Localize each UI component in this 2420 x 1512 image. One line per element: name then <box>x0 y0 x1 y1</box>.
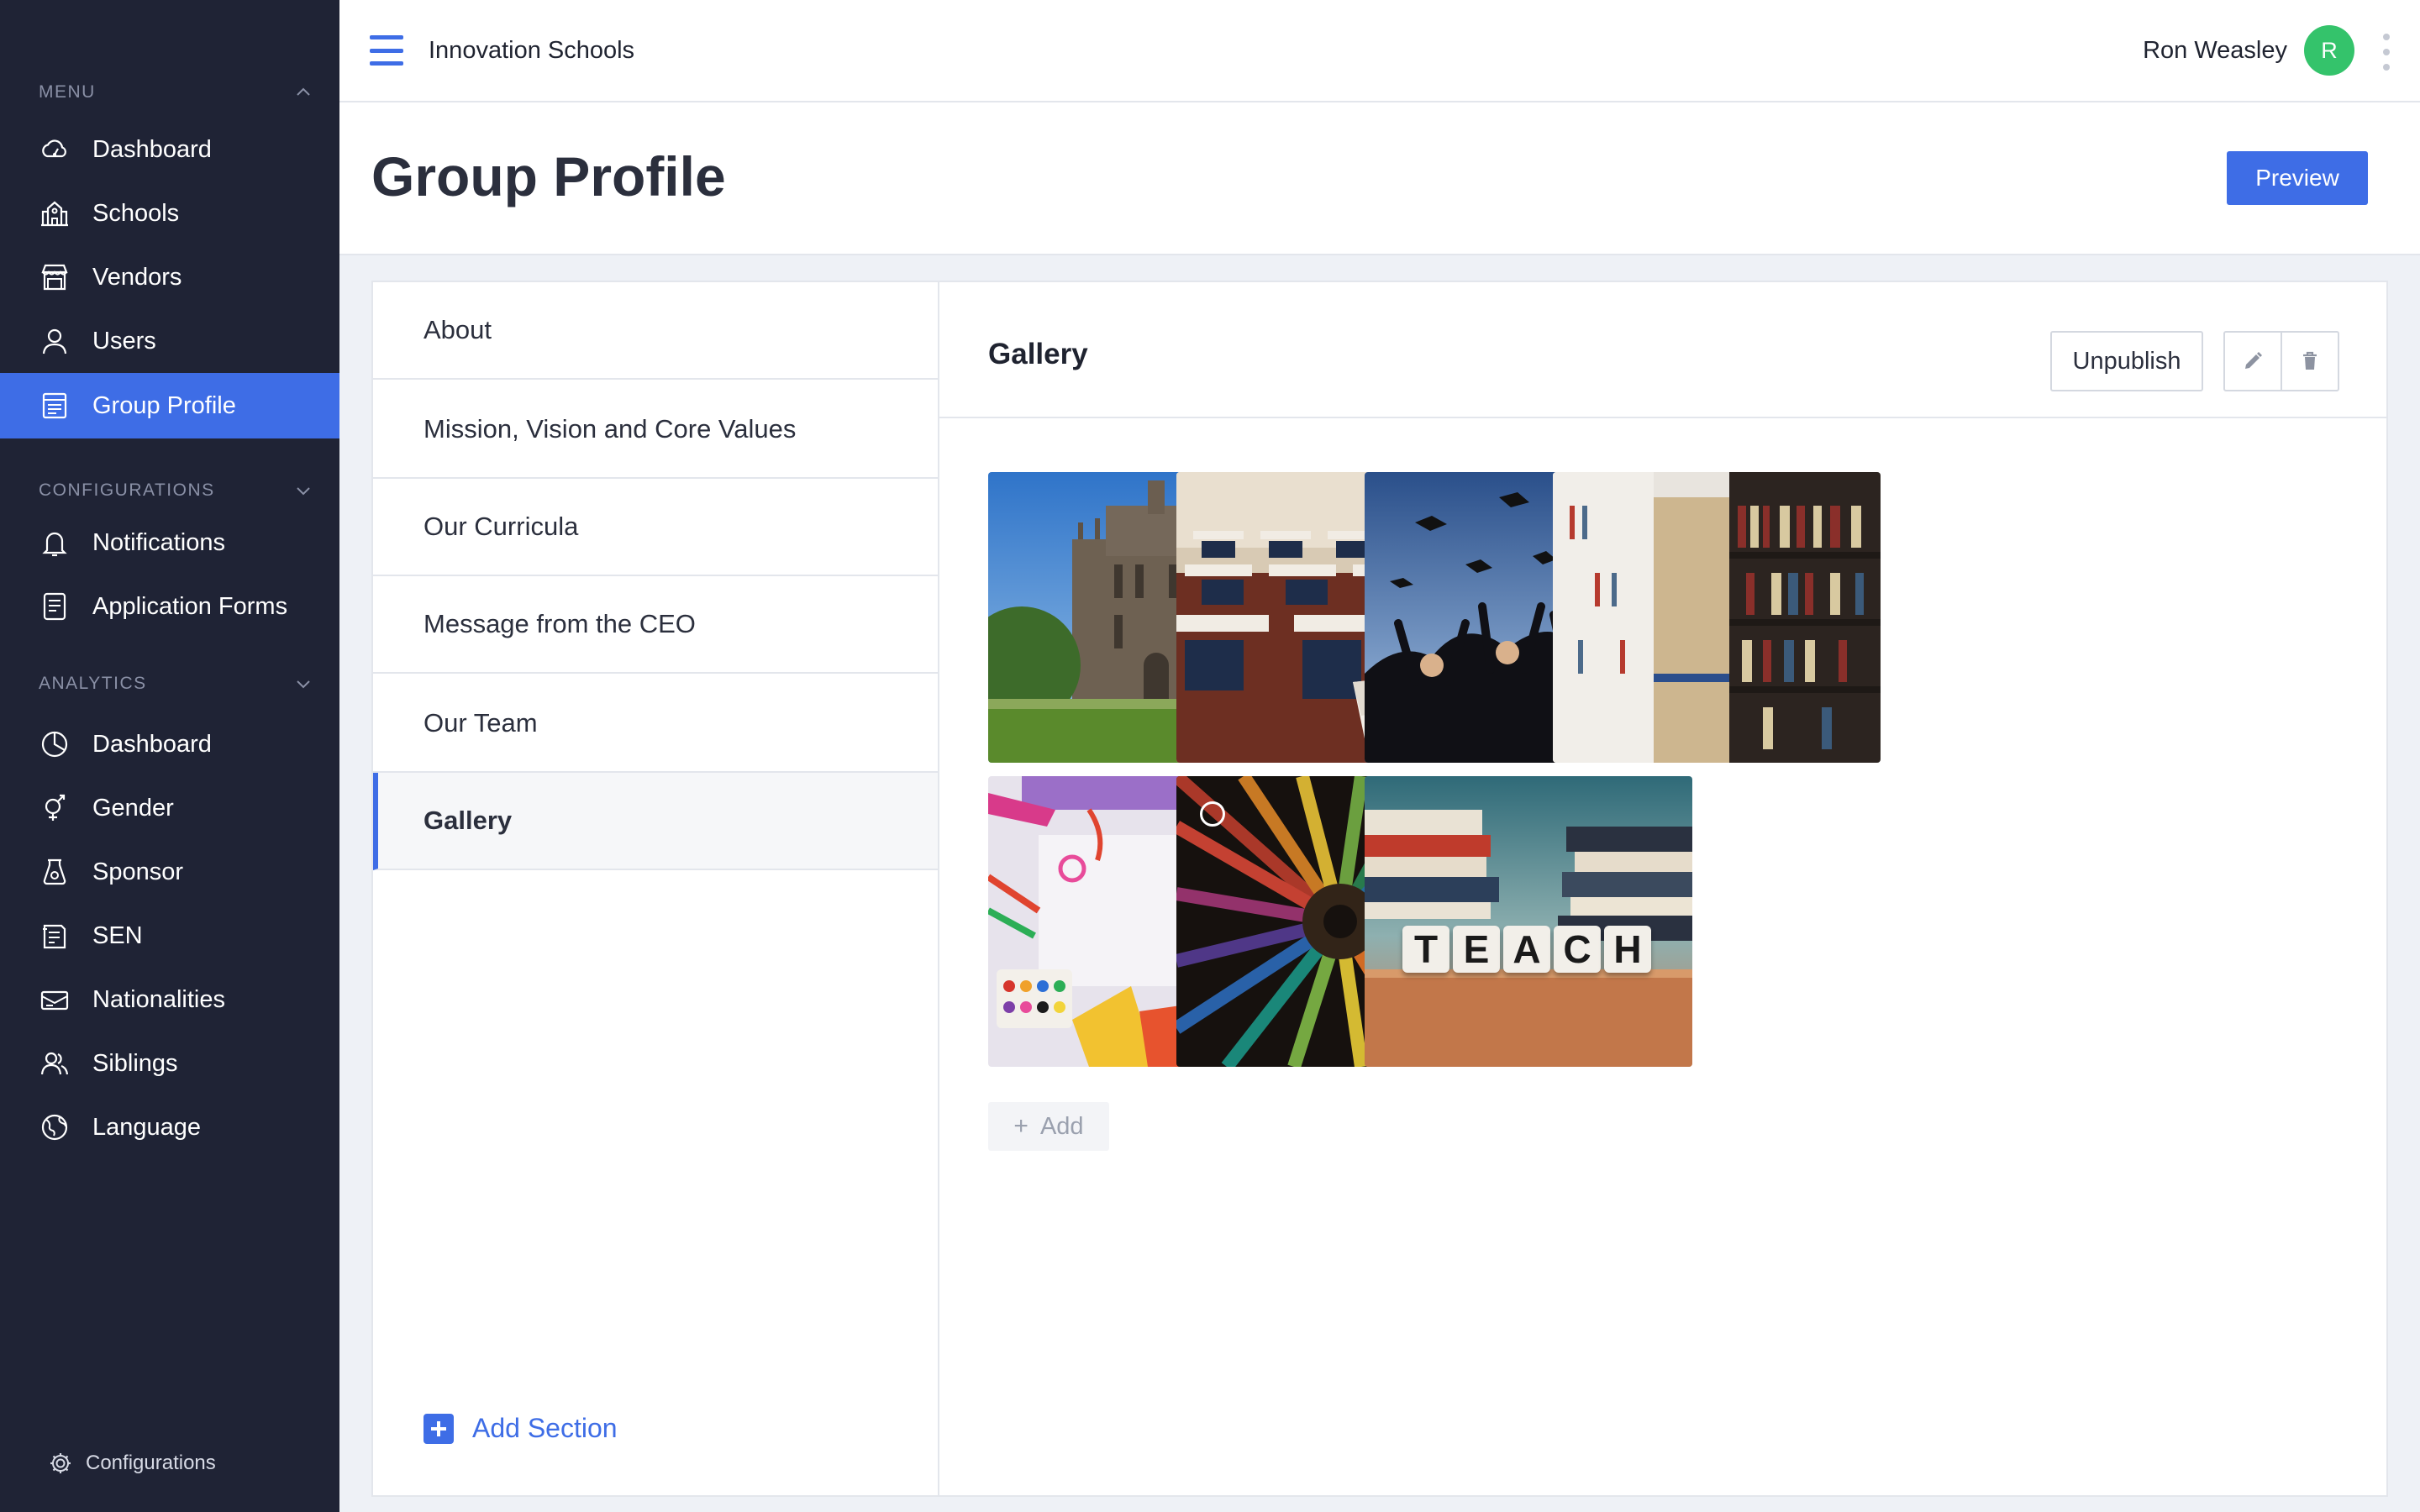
sidebar-item-label: Users <box>92 327 156 354</box>
school-building-icon <box>39 197 71 229</box>
page-header: Group Profile Preview <box>339 102 2420 255</box>
profile-card-icon <box>39 390 71 422</box>
sidebar-item-label: Siblings <box>92 1049 178 1077</box>
passport-icon <box>39 984 71 1016</box>
trash-icon <box>2303 351 2317 370</box>
letter-block: E <box>1453 926 1500 973</box>
plus-icon <box>424 1413 454 1444</box>
sidebar-item-analytics-dashboard[interactable]: Dashboard <box>0 711 339 777</box>
section-item-mission[interactable]: Mission, Vision and Core Values <box>373 381 938 479</box>
sidebar-configurations-link[interactable]: Configurations <box>49 1452 216 1475</box>
menu-section-title: MENU <box>39 82 96 102</box>
sidebar-configurations-label: Configurations <box>86 1452 216 1474</box>
unpublish-button[interactable]: Unpublish <box>2050 331 2203 391</box>
sidebar-item-sen[interactable]: SEN <box>0 903 339 969</box>
sidebar-item-notifications[interactable]: Notifications <box>0 510 339 575</box>
sen-icon <box>39 920 71 952</box>
sidebar-item-label: SEN <box>92 921 143 949</box>
gear-icon <box>50 1453 71 1473</box>
sidebar-item-label: Nationalities <box>92 985 225 1013</box>
letter-block: C <box>1554 926 1601 973</box>
sidebar-item-dashboard[interactable]: Dashboard <box>0 117 339 182</box>
sidebar-item-vendors[interactable]: Vendors <box>0 244 339 310</box>
pencil-icon <box>2245 352 2262 369</box>
teach-blocks-letters: T E A C H <box>1402 926 1651 973</box>
plus-icon: + <box>1013 1112 1028 1140</box>
add-photo-button[interactable]: + Add <box>988 1102 1109 1151</box>
gallery-panel: Gallery Unpublish T E A C H + Add <box>938 281 2388 1497</box>
gallery-photo-library-shelves[interactable] <box>1553 472 1881 763</box>
analytics-section-title: ANALYTICS <box>39 674 147 693</box>
section-item-our-team[interactable]: Our Team <box>373 675 938 773</box>
delete-button[interactable] <box>2281 331 2339 391</box>
form-icon <box>39 591 71 622</box>
sidebar-item-gender[interactable]: Gender <box>0 775 339 841</box>
analytics-section-header[interactable]: ANALYTICS <box>39 671 316 696</box>
letter-block: A <box>1503 926 1550 973</box>
sidebar-item-label: Application Forms <box>92 592 288 620</box>
globe-icon <box>39 1111 71 1143</box>
user-icon <box>39 325 71 357</box>
cloud-dashboard-icon <box>39 134 71 165</box>
sidebar-item-label: Gender <box>92 794 174 822</box>
sidebar-item-sponsor[interactable]: Sponsor <box>0 839 339 905</box>
sidebar-item-label: Language <box>92 1113 202 1141</box>
sidebar-item-schools[interactable]: Schools <box>0 181 339 246</box>
sidebar-item-group-profile[interactable]: Group Profile <box>0 373 339 438</box>
sidebar-item-nationalities[interactable]: Nationalities <box>0 967 339 1032</box>
sidebar-item-label: Vendors <box>92 263 182 291</box>
configurations-section-title: CONFIGURATIONS <box>39 480 215 500</box>
letter-block: T <box>1402 926 1449 973</box>
section-item-curricula[interactable]: Our Curricula <box>373 479 938 576</box>
select-photo-checkbox[interactable] <box>1200 801 1225 827</box>
user-name[interactable]: Ron Weasley <box>2143 37 2287 65</box>
preview-button[interactable]: Preview <box>2227 151 2368 205</box>
gender-icon <box>39 792 71 824</box>
brand-name: Innovation Schools <box>429 37 635 64</box>
sidebar-item-label: Notifications <box>92 528 225 556</box>
gallery-header: Gallery Unpublish <box>939 282 2386 418</box>
sidebar-item-label: Dashboard <box>92 730 212 758</box>
page-title: Group Profile <box>371 145 726 207</box>
chevron-down-icon[interactable] <box>291 478 316 503</box>
sidebar-item-application-forms[interactable]: Application Forms <box>0 574 339 639</box>
add-photo-label: Add <box>1039 1112 1084 1140</box>
sidebar-item-users[interactable]: Users <box>0 308 339 374</box>
sidebar-item-siblings[interactable]: Siblings <box>0 1031 339 1096</box>
store-icon <box>39 261 71 293</box>
letter-block: H <box>1604 926 1651 973</box>
bell-icon <box>39 527 71 559</box>
section-item-gallery[interactable]: Gallery <box>373 773 938 870</box>
edit-button[interactable] <box>2223 331 2282 391</box>
section-item-about[interactable]: About <box>373 282 938 380</box>
sections-panel: About Mission, Vision and Core Values Ou… <box>371 281 939 1497</box>
sidebar-item-language[interactable]: Language <box>0 1095 339 1160</box>
sidebar-item-label: Schools <box>92 199 180 227</box>
pie-chart-icon <box>39 728 71 760</box>
sidebar-item-label: Sponsor <box>92 858 184 885</box>
configurations-section-header[interactable]: CONFIGURATIONS <box>39 478 316 503</box>
gallery-title: Gallery <box>988 338 1088 370</box>
sidebar-item-label: Dashboard <box>92 135 212 163</box>
avatar[interactable]: R <box>2304 25 2354 76</box>
gallery-photo-teach-blocks[interactable]: T E A C H <box>1365 776 1692 1067</box>
hamburger-menu-icon[interactable] <box>370 35 403 66</box>
section-item-ceo-message[interactable]: Message from the CEO <box>373 576 938 674</box>
add-section-label: Add Section <box>472 1413 618 1443</box>
chevron-down-icon[interactable] <box>291 671 316 696</box>
sidebar: MENU Dashboard Schools Vendors Users Gro… <box>0 0 339 1512</box>
menu-section-header[interactable]: MENU <box>39 80 316 105</box>
chevron-up-icon[interactable] <box>291 80 316 105</box>
add-section-button[interactable]: Add Section <box>424 1413 618 1444</box>
sidebar-item-label: Group Profile <box>92 391 236 419</box>
more-options-icon[interactable] <box>2381 34 2391 71</box>
sponsor-icon <box>39 856 71 888</box>
top-bar: Innovation Schools Ron Weasley R <box>339 0 2420 102</box>
siblings-icon <box>39 1047 71 1079</box>
